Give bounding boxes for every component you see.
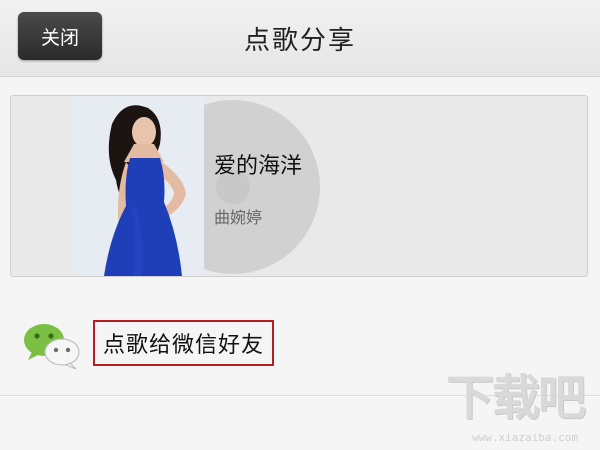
song-title: 爱的海洋 [214, 154, 303, 179]
page-title: 点歌分享 [243, 25, 356, 56]
song-artist: 曲婉婷 [214, 208, 263, 227]
watermark-url: www.xiazaiba.com [472, 431, 578, 444]
song-card[interactable]: 爱的海洋 曲婉婷 [10, 95, 588, 277]
share-to-wechat-friend-label[interactable]: 点歌给微信好友 [93, 320, 275, 366]
watermark-logo: 下载吧 [445, 370, 586, 426]
album-cover-image [74, 96, 204, 276]
wechat-icon [22, 320, 82, 372]
top-bar: 关闭 点歌分享 [0, 0, 600, 77]
album-art [74, 96, 320, 276]
